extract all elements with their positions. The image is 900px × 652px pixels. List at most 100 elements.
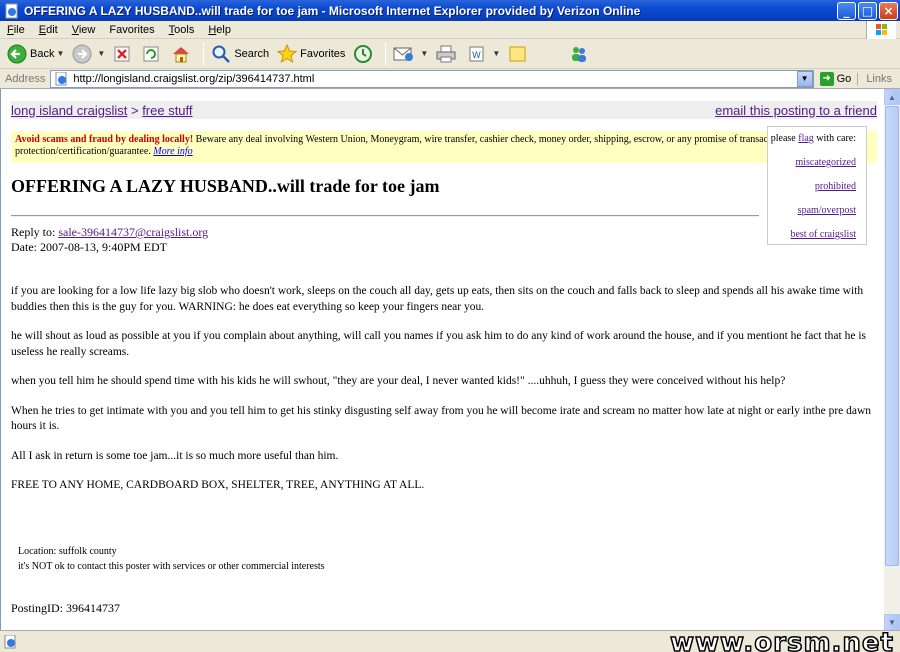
home-icon: [173, 46, 190, 62]
maximize-button[interactable]: □: [858, 1, 877, 20]
breadcrumb-trail: long island craigslist > free stuff: [11, 103, 193, 118]
forward-arrow-icon: [72, 44, 92, 63]
link-free-stuff[interactable]: free stuff: [142, 103, 192, 118]
word-edit-icon: W: [469, 46, 484, 61]
flag-best-of-craigslist[interactable]: best of craigslist: [790, 229, 856, 240]
address-input[interactable]: http://longisland.craigslist.org/zip/396…: [50, 69, 814, 88]
reply-label: Reply to:: [11, 225, 59, 239]
edit-button[interactable]: W ▼: [464, 42, 503, 66]
menu-tools[interactable]: Tools: [162, 24, 202, 36]
maximize-icon: □: [861, 3, 874, 18]
back-button[interactable]: Back ▼: [4, 42, 67, 66]
flag-heading: please flag with care:: [768, 133, 856, 145]
minimize-button[interactable]: _: [837, 1, 856, 20]
messenger-people-icon: [572, 46, 587, 62]
scam-warning: Avoid scams and fraud by dealing locally…: [11, 131, 877, 163]
body-paragraph: when you tell him he should spend time w…: [11, 375, 786, 387]
email-posting-link[interactable]: email this posting to a friend: [715, 103, 877, 118]
toolbar-separator: [385, 42, 387, 65]
flag-miscategorized[interactable]: miscategorized: [795, 157, 856, 168]
menu-file[interactable]: File: [0, 24, 32, 36]
menu-favorites-label: avorites: [116, 23, 155, 36]
menu-favorites[interactable]: Favorites: [102, 24, 161, 36]
ie-page-icon: [5, 3, 18, 18]
home-button[interactable]: [168, 42, 197, 66]
favorites-label: Favorites: [300, 47, 346, 60]
history-icon: [354, 44, 373, 63]
close-button[interactable]: ×: [879, 1, 898, 20]
reply-email-link[interactable]: sale-396414737@craigslist.org: [58, 225, 208, 239]
scroll-thumb[interactable]: [885, 106, 899, 566]
go-arrow-icon: ➜: [819, 71, 834, 86]
flag-help-link[interactable]: flag: [798, 133, 814, 144]
print-button[interactable]: [433, 42, 462, 66]
flag-please: please: [770, 133, 799, 144]
reply-block: Reply to: sale-396414737@craigslist.org …: [11, 225, 208, 255]
flag-spam-overpost[interactable]: spam/overpost: [798, 205, 856, 216]
scroll-up-icon[interactable]: ▲: [884, 89, 900, 105]
more-info-link[interactable]: More info: [153, 146, 192, 157]
refresh-button[interactable]: [139, 42, 166, 66]
location-block: Location: suffolk county it's NOT ok to …: [18, 544, 325, 574]
forward-dropdown-icon[interactable]: ▼: [97, 49, 105, 58]
flag-prohibited[interactable]: prohibited: [815, 181, 856, 192]
mail-button[interactable]: ▼: [390, 42, 431, 66]
posting-body: if you are looking for a low life lazy b…: [11, 284, 881, 508]
search-button[interactable]: Search: [208, 42, 272, 66]
search-label: Search: [234, 47, 270, 60]
body-paragraph: When he tries to get intimate with you a…: [11, 404, 872, 433]
back-label: Back: [30, 47, 55, 60]
address-label: Address: [5, 72, 46, 85]
address-url: http://longisland.craigslist.org/zip/396…: [73, 72, 315, 85]
refresh-icon: [143, 46, 159, 61]
note-icon: [509, 46, 526, 61]
back-dropdown-icon[interactable]: ▼: [56, 49, 64, 58]
location-text: Location: suffolk county: [18, 546, 117, 557]
contact-note: it's NOT ok to contact this poster with …: [18, 561, 325, 572]
discuss-button[interactable]: [505, 42, 534, 66]
go-label: Go: [836, 72, 852, 85]
star-icon: [277, 43, 298, 63]
menu-edit-label: dit: [46, 23, 58, 36]
menu-bar: File Edit View Favorites Tools Help: [0, 21, 900, 39]
stop-icon: [114, 46, 130, 61]
menu-help[interactable]: Help: [201, 24, 238, 36]
links-toolbar[interactable]: Links: [857, 72, 900, 85]
messenger-button[interactable]: [566, 42, 595, 66]
menu-tools-label: ools: [174, 23, 195, 36]
back-arrow-icon: [7, 44, 27, 63]
link-long-island-craigslist[interactable]: long island craigslist: [11, 103, 127, 118]
toolbar-separator: [203, 42, 205, 65]
flag-box: please flag with care: miscategorized pr…: [767, 126, 867, 245]
windows-logo-icon: [866, 21, 896, 39]
forward-button[interactable]: ▼: [69, 42, 108, 66]
history-button[interactable]: [350, 42, 379, 66]
stop-button[interactable]: [110, 42, 137, 66]
posting-title: OFFERING A LAZY HUSBAND..will trade for …: [11, 176, 440, 196]
flag-with-care: with care:: [813, 133, 856, 144]
page-viewport: long island craigslist > free stuff emai…: [0, 89, 884, 630]
menu-help-label: elp: [216, 23, 231, 36]
menu-edit[interactable]: Edit: [32, 24, 65, 36]
body-paragraph: if you are looking for a low life lazy b…: [11, 285, 864, 313]
vertical-scrollbar[interactable]: ▲ ▼: [884, 89, 900, 630]
go-button[interactable]: ➜ Go: [814, 71, 858, 86]
standard-toolbar: Back ▼ ▼ Search Favorites ▼ W ▼: [0, 39, 900, 69]
address-dropdown-icon[interactable]: ▼: [796, 70, 813, 87]
svg-text:W: W: [472, 51, 481, 61]
favorites-button[interactable]: Favorites: [274, 42, 348, 66]
mail-dropdown-icon[interactable]: ▼: [420, 49, 428, 58]
edit-dropdown-icon[interactable]: ▼: [492, 49, 500, 58]
title-divider: [11, 215, 759, 217]
menu-view-accel: V: [71, 23, 79, 36]
menu-view[interactable]: View: [65, 24, 103, 36]
page-done-icon: [4, 634, 16, 648]
posting-id: PostingID: 396414737: [11, 601, 121, 615]
window-title-bar[interactable]: OFFERING A LAZY HUSBAND..will trade for …: [0, 0, 900, 21]
breadcrumb-separator: >: [130, 102, 139, 118]
minimize-icon: _: [843, 3, 850, 18]
menu-edit-accel: E: [38, 23, 47, 36]
mail-icon: [393, 47, 414, 61]
menu-file-accel: F: [7, 23, 14, 36]
body-paragraph: FREE TO ANY HOME, CARDBOARD BOX, SHELTER…: [11, 479, 425, 491]
